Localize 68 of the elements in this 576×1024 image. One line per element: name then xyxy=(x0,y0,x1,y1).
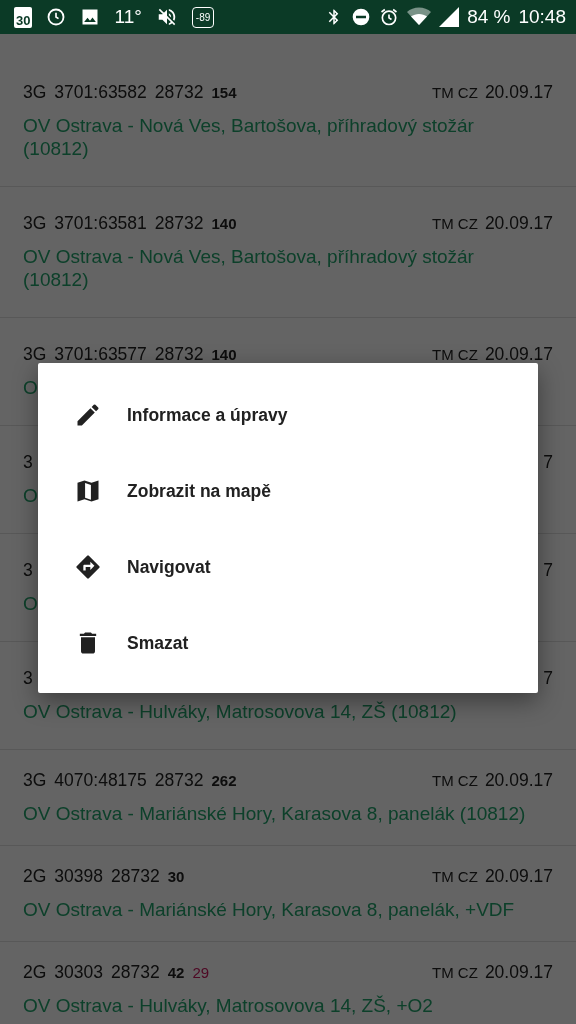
date-text: 20.09.17 xyxy=(484,82,553,103)
cell-id: 3701:63581 xyxy=(54,213,147,234)
network-type: 3G xyxy=(23,82,47,103)
signal-value: 30 xyxy=(167,868,185,885)
site-name: OV Ostrava - Hulváky, Matrosovova 14, ZŠ (10812) xyxy=(23,700,457,723)
operator-name: TM CZ xyxy=(432,346,478,363)
menu-item[interactable]: Zobrazit na mapě xyxy=(38,453,538,529)
date-text: 7 xyxy=(543,668,553,689)
cell-signal-icon xyxy=(439,7,460,27)
signal-value: 29 xyxy=(192,964,210,981)
operator-name: TM CZ xyxy=(432,964,478,981)
date-text: 20.09.17 xyxy=(484,213,553,234)
cell-id: 30303 xyxy=(54,962,104,983)
site-name: O xyxy=(23,592,38,615)
wifi-icon xyxy=(407,7,432,27)
alarm-clock-icon xyxy=(379,7,400,27)
directions-icon xyxy=(74,553,102,581)
cell-id: 30398 xyxy=(54,866,104,887)
network-type: 3 xyxy=(23,668,33,689)
date-text: 20.09.17 xyxy=(484,962,553,983)
area-code: 28732 xyxy=(154,213,204,234)
network-type: 3G xyxy=(23,770,47,791)
clock-icon xyxy=(46,7,67,27)
operator-name: TM CZ xyxy=(432,215,478,232)
temperature-text: 11° xyxy=(114,6,142,28)
site-name: OV Ostrava - Hulváky, Matrosovova 14, ZŠ, +O2 xyxy=(23,994,433,1017)
network-type: 3G xyxy=(23,213,47,234)
signal-strength-badge: -89 xyxy=(191,6,215,28)
network-type: 2G xyxy=(23,866,47,887)
status-text: 10:48 xyxy=(518,6,566,28)
site-name: OV Ostrava - Mariánské Hory, Karasova 8, panelák, +VDF xyxy=(23,898,515,921)
operator-name: TM CZ xyxy=(432,772,478,789)
site-name: OV Ostrava - Nová Ves, Bartošova, příhradový stožár (10812) xyxy=(23,245,475,291)
site-name: OV Ostrava - Nová Ves, Bartošova, příhradový stožár (10812) xyxy=(23,114,475,160)
area-code: 28732 xyxy=(111,962,160,983)
signal-value: 140 xyxy=(211,346,237,363)
signal-value: 42 xyxy=(167,964,185,981)
operator-name: TM CZ xyxy=(432,868,478,885)
site-name: OV Ostrava - Mariánské Hory, Karasova 8, panelák (10812) xyxy=(23,802,526,825)
date-text: 20.09.17 xyxy=(484,770,553,791)
menu-item[interactable]: Informace a úpravy xyxy=(38,377,538,453)
area-code: 28732 xyxy=(154,82,204,103)
signal-value: 140 xyxy=(211,215,237,232)
date-text: 7 xyxy=(543,452,553,473)
site-name: O xyxy=(23,376,38,399)
calendar-icon: 30 xyxy=(14,6,33,28)
menu-item[interactable]: Smazat xyxy=(38,605,538,681)
menu-item[interactable]: Navigovat xyxy=(38,529,538,605)
network-type: 3 xyxy=(23,560,33,581)
signal-value: 262 xyxy=(211,772,237,789)
signal-value: 154 xyxy=(211,84,237,101)
area-code: 28732 xyxy=(111,866,160,887)
cell-id: 3701:63582 xyxy=(54,82,147,103)
status-text: 84 % xyxy=(467,6,511,28)
cell-id: 4070:48175 xyxy=(54,770,147,791)
do-not-disturb-icon xyxy=(351,7,372,27)
network-type: 3G xyxy=(23,344,47,365)
area-code: 28732 xyxy=(154,770,204,791)
image-icon xyxy=(80,7,101,27)
date-text: 7 xyxy=(543,560,553,581)
network-type: 2G xyxy=(23,962,47,983)
network-type: 3 xyxy=(23,452,33,473)
cell-id: 3701:63577 xyxy=(54,344,147,365)
date-text: 20.09.17 xyxy=(484,344,553,365)
site-name: O xyxy=(23,484,38,507)
area-code: 28732 xyxy=(154,344,204,365)
date-text: 20.09.17 xyxy=(484,866,553,887)
operator-name: TM CZ xyxy=(432,84,478,101)
